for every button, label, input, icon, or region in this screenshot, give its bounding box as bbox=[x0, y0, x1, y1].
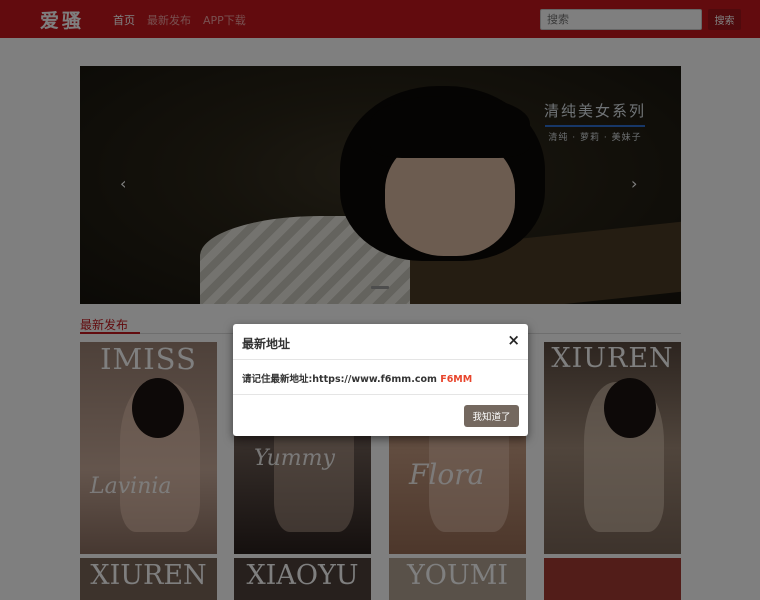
close-icon[interactable]: × bbox=[507, 332, 520, 349]
notice-modal: 最新地址 × 请记住最新地址:https://www.f6mm.com F6MM… bbox=[233, 324, 528, 436]
acknowledge-button[interactable]: 我知道了 bbox=[464, 405, 519, 427]
modal-title: 最新地址 bbox=[242, 337, 291, 351]
modal-body: 请记住最新地址:https://www.f6mm.com F6MM bbox=[233, 360, 528, 395]
modal-message: 请记住最新地址:https://www.f6mm.com F6MM bbox=[242, 371, 472, 385]
modal-message-text: 请记住最新地址:https://www.f6mm.com bbox=[242, 374, 437, 385]
modal-message-highlight: F6MM bbox=[440, 374, 473, 385]
modal-backdrop[interactable] bbox=[0, 0, 760, 600]
modal-header: 最新地址 × bbox=[233, 324, 528, 360]
